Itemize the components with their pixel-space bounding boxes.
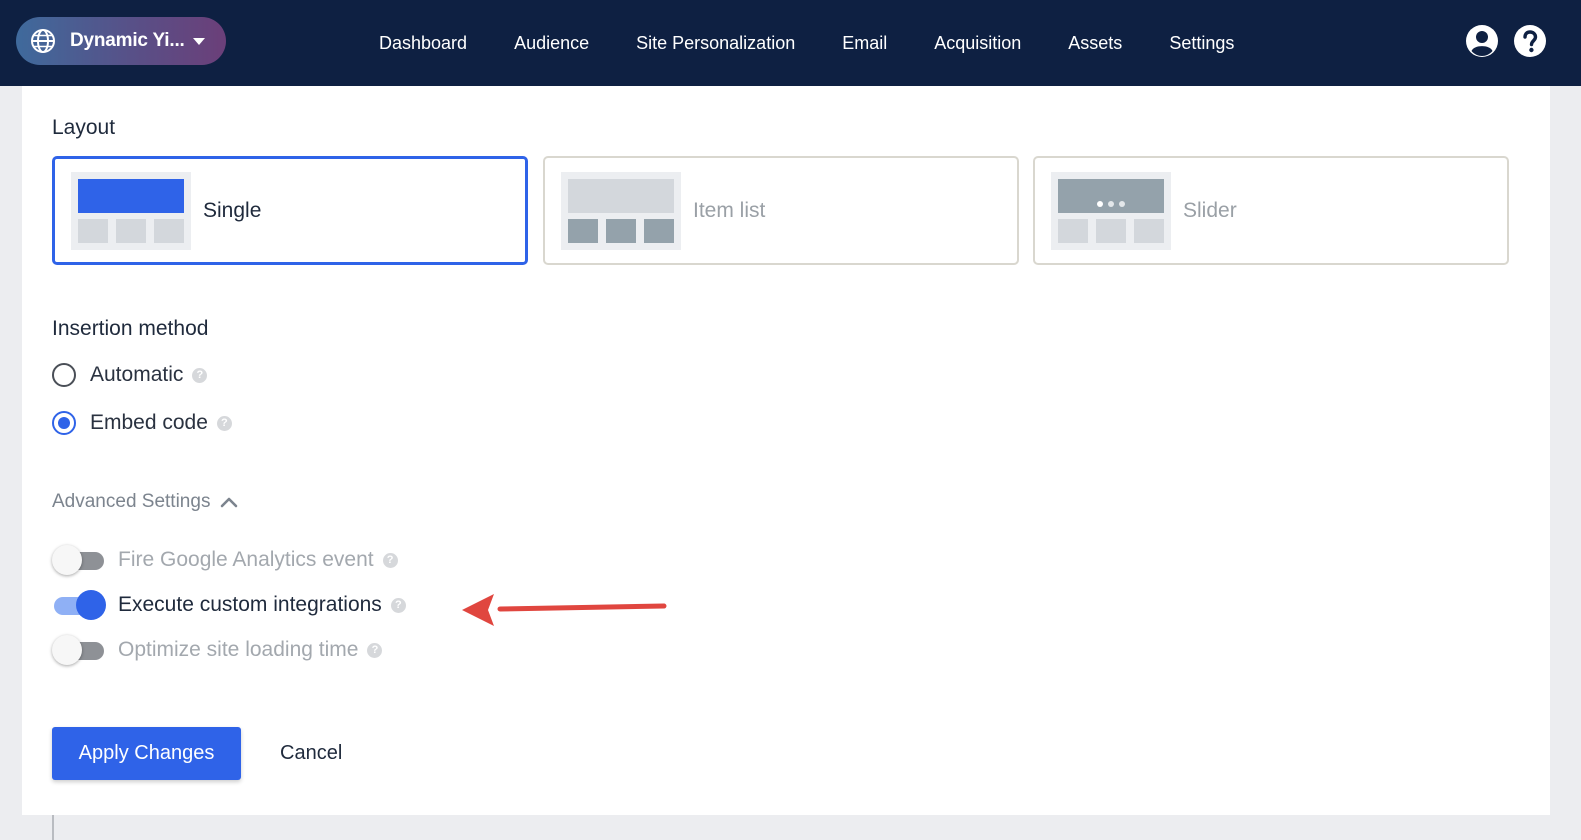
chevron-up-icon [221, 497, 238, 508]
top-navigation-bar: Dynamic Yi... Dashboard Audience Site Pe… [0, 0, 1581, 86]
help-circle-icon[interactable] [1513, 24, 1547, 58]
chevron-down-icon [193, 38, 205, 45]
site-name: Dynamic Yi... [70, 30, 185, 51]
toggle-switch[interactable] [52, 590, 106, 620]
help-icon[interactable]: ? [367, 642, 383, 658]
layout-option-item-list[interactable]: Item list [543, 156, 1019, 265]
radio-automatic[interactable]: Automatic ? [52, 363, 208, 387]
nav-settings[interactable]: Settings [1169, 33, 1234, 54]
divider [52, 815, 54, 840]
layout-option-slider[interactable]: Slider [1033, 156, 1509, 265]
help-icon[interactable]: ? [390, 597, 406, 613]
radio-label: Automatic [90, 363, 184, 386]
layout-option-label: Single [203, 198, 262, 222]
annotation-arrow-icon [462, 594, 667, 626]
layout-section-title: Layout [52, 116, 116, 139]
advanced-settings-toggle[interactable]: Advanced Settings [52, 491, 238, 513]
toggle-row-google-analytics: Fire Google Analytics event ? [52, 545, 398, 575]
help-icon[interactable]: ? [216, 415, 232, 431]
apply-changes-button[interactable]: Apply Changes [52, 727, 241, 780]
layout-option-label: Item list [693, 198, 766, 222]
single-layout-thumbnail-icon [71, 171, 191, 250]
item-list-layout-thumbnail-icon [561, 171, 681, 250]
radio-button[interactable] [52, 363, 76, 387]
nav-dashboard[interactable]: Dashboard [379, 33, 467, 54]
radio-embed-code[interactable]: Embed code ? [52, 411, 232, 435]
layout-option-single[interactable]: Single [52, 156, 528, 265]
top-right-icons [1451, 24, 1547, 58]
insertion-method-title: Insertion method [52, 317, 209, 340]
site-selector[interactable]: Dynamic Yi... [16, 17, 226, 65]
radio-label: Embed code [90, 411, 208, 434]
slider-layout-thumbnail-icon [1051, 171, 1171, 250]
help-icon[interactable]: ? [192, 367, 208, 383]
settings-card: Layout Single Item list Slider Insertion… [22, 86, 1550, 815]
toggle-label: Fire Google Analytics event [118, 548, 374, 571]
nav-audience[interactable]: Audience [514, 33, 589, 54]
nav-acquisition[interactable]: Acquisition [934, 33, 1021, 54]
user-circle-icon[interactable] [1465, 24, 1499, 58]
toggle-switch[interactable] [52, 635, 106, 665]
globe-icon [31, 29, 55, 53]
cancel-button[interactable]: Cancel [270, 727, 352, 780]
toggle-row-optimize-loading: Optimize site loading time ? [52, 635, 383, 665]
help-icon[interactable]: ? [382, 552, 398, 568]
toggle-row-custom-integrations: Execute custom integrations ? [52, 590, 406, 620]
main-nav: Dashboard Audience Site Personalization … [379, 0, 1281, 86]
toggle-label: Execute custom integrations [118, 593, 382, 616]
nav-email[interactable]: Email [842, 33, 887, 54]
radio-button[interactable] [52, 411, 76, 435]
advanced-settings-label: Advanced Settings [52, 491, 211, 512]
toggle-label: Optimize site loading time [118, 638, 359, 661]
toggle-switch[interactable] [52, 545, 106, 575]
nav-assets[interactable]: Assets [1068, 33, 1122, 54]
layout-option-label: Slider [1183, 198, 1237, 222]
nav-site-personalization[interactable]: Site Personalization [636, 33, 795, 54]
